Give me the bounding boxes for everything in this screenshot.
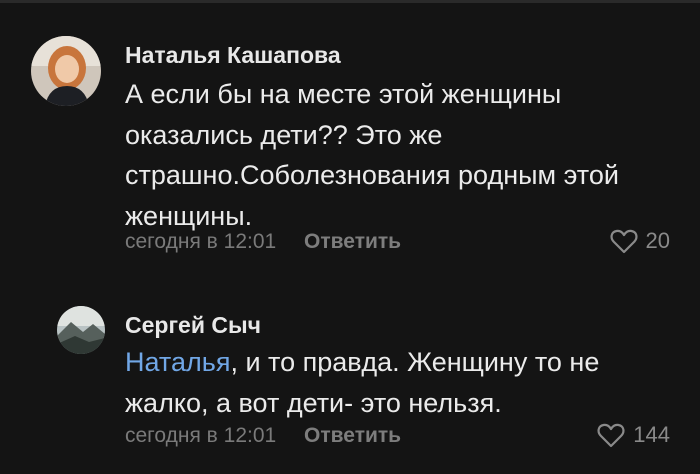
landscape-photo-avatar-icon [57, 306, 105, 354]
comment-text: Наталья, и то правда. Женщину то не жалк… [125, 342, 685, 423]
like-count: 144 [633, 422, 670, 447]
reply-button[interactable]: Ответить [304, 424, 401, 447]
comment-timestamp: сегодня в 12:01 [125, 230, 277, 253]
like-count: 20 [645, 228, 670, 253]
comment-text: А если бы на месте этой женщины оказалис… [125, 79, 619, 231]
heart-icon [597, 423, 625, 448]
comment-meta: сегодня в 12:01 Ответить [125, 424, 401, 448]
comment-timestamp: сегодня в 12:01 [125, 424, 277, 447]
like-button[interactable]: 20 [610, 228, 670, 254]
avatar[interactable] [31, 36, 101, 106]
comment-meta: сегодня в 12:01 Ответить [125, 230, 401, 254]
comment-author[interactable]: Наталья Кашапова [125, 42, 341, 69]
comment-author[interactable]: Сергей Сыч [125, 312, 261, 339]
reply-button[interactable]: Ответить [304, 230, 401, 253]
heart-icon [610, 229, 638, 254]
like-button[interactable]: 144 [597, 422, 670, 448]
user-photo-avatar-icon [31, 36, 101, 106]
top-divider [0, 0, 700, 3]
avatar[interactable] [57, 306, 105, 354]
mention-link[interactable]: Наталья [125, 347, 230, 377]
